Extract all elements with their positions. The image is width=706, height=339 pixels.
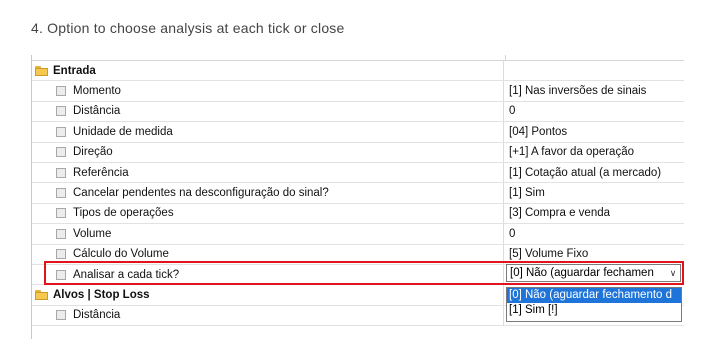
property-value[interactable]: 0: [505, 224, 684, 243]
property-value[interactable]: [04] Pontos: [505, 122, 684, 141]
property-name: Direção: [73, 146, 113, 159]
property-row-calculo-do-volume[interactable]: Cálculo do Volume [5] Volume Fixo: [32, 244, 684, 265]
folder-open-icon[interactable]: [34, 289, 50, 301]
property-name: Unidade de medida: [73, 125, 173, 138]
property-name: Volume: [73, 227, 112, 240]
dropdown-option[interactable]: [1] Sim [!]: [507, 303, 681, 318]
property-row-direcao[interactable]: Direção [+1] A favor da operação: [32, 142, 684, 163]
property-row-tipos-de-operacoes[interactable]: Tipos de operações [3] Compra e venda: [32, 203, 684, 225]
property-value[interactable]: [5] Volume Fixo: [505, 245, 684, 264]
select-current-value: [0] Não (aguardar fechamen: [510, 267, 654, 279]
checkbox-icon: [56, 208, 66, 219]
property-row-distancia[interactable]: Distância 0: [32, 101, 684, 123]
folder-open-icon[interactable]: [34, 65, 50, 77]
property-name: Tipos de operações: [73, 207, 174, 220]
checkbox-icon: [56, 228, 66, 239]
property-name: Cancelar pendentes na desconfiguração do…: [73, 187, 329, 200]
checkbox-icon: [56, 167, 66, 178]
analisar-tick-select[interactable]: [0] Não (aguardar fechamen ∨: [506, 264, 681, 282]
property-name: Distância: [73, 105, 121, 118]
property-name: Momento: [73, 85, 121, 98]
property-row-momento[interactable]: Momento [1] Nas inversões de sinais: [32, 81, 684, 102]
checkbox-icon: [56, 147, 66, 158]
category-label: Entrada: [53, 64, 96, 77]
property-value[interactable]: [1] Nas inversões de sinais: [505, 81, 684, 100]
checkbox-icon: [56, 249, 66, 260]
checkbox-icon: [56, 86, 66, 97]
property-value[interactable]: [1] Sim: [505, 183, 684, 202]
caption-text: 4. Option to choose analysis at each tic…: [31, 20, 345, 36]
property-name: Distância: [73, 309, 121, 322]
property-row-cancelar-pendentes[interactable]: Cancelar pendentes na desconfiguração do…: [32, 183, 684, 204]
category-label: Alvos | Stop Loss: [53, 288, 150, 301]
property-row-referencia[interactable]: Referência [1] Cotação atual (a mercado): [32, 162, 684, 184]
property-name: Referência: [73, 166, 129, 179]
checkbox-icon: [56, 269, 66, 280]
checkbox-icon: [56, 310, 66, 321]
property-value[interactable]: [3] Compra e venda: [505, 204, 684, 223]
screenshot: 4. Option to choose analysis at each tic…: [0, 0, 706, 339]
property-name: Cálculo do Volume: [73, 248, 169, 261]
chevron-down-icon[interactable]: ∨: [666, 268, 680, 279]
checkbox-icon: [56, 188, 66, 199]
checkbox-icon: [56, 126, 66, 137]
select-dropdown-list: [0] Não (aguardar fechamento d [1] Sim […: [506, 287, 682, 322]
property-name: Analisar a cada tick?: [73, 268, 180, 281]
property-row-unidade-de-medida[interactable]: Unidade de medida [04] Pontos: [32, 122, 684, 143]
property-row-volume[interactable]: Volume 0: [32, 224, 684, 245]
property-value[interactable]: 0: [505, 102, 684, 121]
dropdown-option[interactable]: [0] Não (aguardar fechamento d: [507, 288, 681, 303]
property-value[interactable]: [1] Cotação atual (a mercado): [505, 163, 684, 182]
checkbox-icon: [56, 106, 66, 117]
category-entrada[interactable]: Entrada: [32, 61, 684, 82]
property-value[interactable]: [+1] A favor da operação: [505, 143, 684, 162]
